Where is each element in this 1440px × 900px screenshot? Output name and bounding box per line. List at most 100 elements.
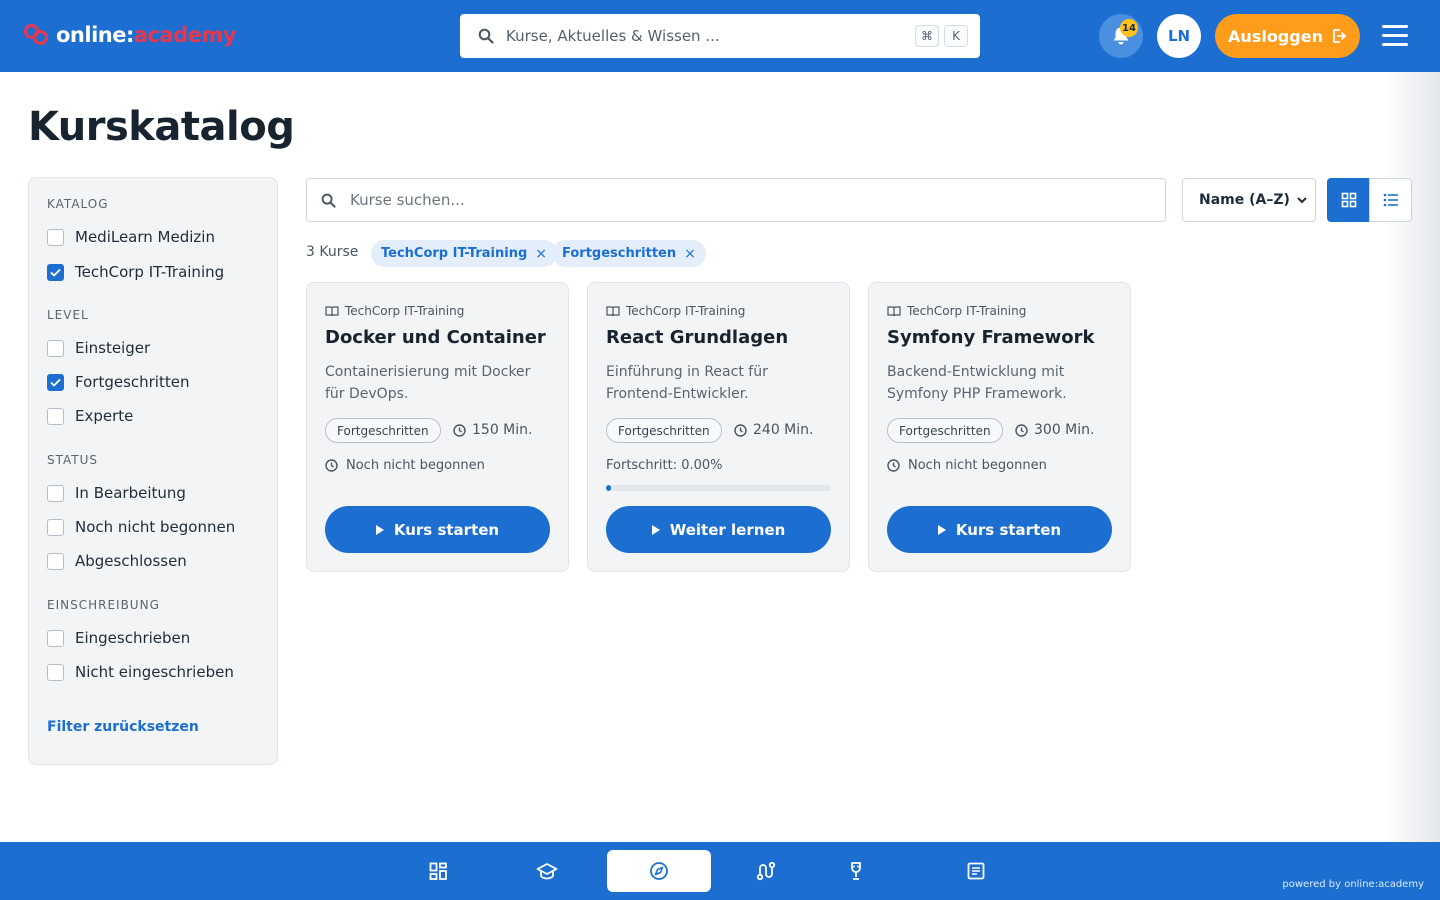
course-card-symfony[interactable]: TechCorp IT-Training Symfony Framework B… [868,282,1131,572]
nav-catalog[interactable] [607,850,711,892]
clock-icon [887,459,900,472]
logo[interactable]: online:academy [24,20,237,50]
nav-articles[interactable] [950,850,1002,892]
shortcut-cmd-key: ⌘ [915,25,939,47]
level-badge: Fortgeschritten [887,418,1003,443]
shortcut-k-key: K [944,25,968,47]
filter-option-experte[interactable]: Experte [47,405,133,427]
trophy-icon [851,862,861,880]
check-icon [50,268,61,277]
start-course-button[interactable]: Kurs starten [887,506,1112,553]
checkbox[interactable] [47,228,64,246]
active-filter-chip-techcorp[interactable]: TechCorp IT-Training × [371,240,557,267]
course-duration: 150 Min. [453,422,532,438]
filter-section-title-einschreibung: EINSCHREIBUNG [47,598,160,612]
book-icon [606,306,620,316]
nav-courses[interactable] [521,850,573,892]
search-icon [321,193,336,208]
checkbox[interactable] [47,484,64,502]
clock-icon [453,423,466,437]
filter-option-techcorp[interactable]: TechCorp IT-Training [47,261,224,283]
article-icon [967,862,985,880]
book-icon [325,306,339,316]
active-filter-chip-fortgeschritten[interactable]: Fortgeschritten × [552,240,706,267]
chevron-down-icon [1297,197,1307,204]
logout-button[interactable]: Ausloggen [1215,14,1360,58]
checkbox[interactable] [47,663,64,681]
grid-view-button[interactable] [1327,178,1370,222]
clock-icon [1015,423,1028,437]
level-badge: Fortgeschritten [606,418,722,443]
course-duration: 300 Min. [1015,422,1094,438]
powered-by-text: powered by online:academy [1282,879,1424,890]
filter-option-fortgeschritten[interactable]: Fortgeschritten [47,371,189,393]
course-title: Symfony Framework [887,327,1095,348]
course-status: Noch nicht begonnen [887,458,1047,473]
result-count: 3 Kurse [306,244,359,260]
nav-achievements[interactable] [830,850,882,892]
nav-learning-paths[interactable] [740,850,792,892]
notification-count-badge: 14 [1120,19,1138,37]
book-icon [887,306,901,316]
chip-remove-icon[interactable]: × [684,246,696,262]
play-icon [375,524,384,535]
course-card-docker[interactable]: TechCorp IT-Training Docker und Containe… [306,282,569,572]
global-search-box: ⌘ K [460,14,980,58]
chip-remove-icon[interactable]: × [535,246,547,262]
continue-learning-button[interactable]: Weiter lernen [606,506,831,553]
filter-option-einsteiger[interactable]: Einsteiger [47,337,150,359]
progress-label: Fortschritt: 0.00% [606,458,723,473]
check-icon [50,378,61,387]
logout-icon [1333,29,1346,43]
progress-bar-fill [606,485,611,491]
nav-dashboard[interactable] [412,850,464,892]
checkbox[interactable] [47,629,64,647]
route-icon [756,861,776,881]
filter-option-eingeschrieben[interactable]: Eingeschrieben [47,627,190,649]
compass-icon [650,862,668,880]
menu-icon[interactable] [1382,25,1408,47]
bottom-navigation: powered by online:academy [0,842,1440,900]
clock-icon [734,423,747,437]
checkbox[interactable] [47,407,64,425]
notifications-button[interactable] [1099,14,1143,58]
course-catalog: TechCorp IT-Training [325,304,464,318]
checkbox[interactable] [47,339,64,357]
filter-option-nicht-eingeschrieben[interactable]: Nicht eingeschrieben [47,661,234,683]
course-description: Backend-Entwicklung mit Symfony PHP Fram… [887,364,1067,402]
filter-option-in-bearbeitung[interactable]: In Bearbeitung [47,482,186,504]
filter-section-title-status: STATUS [47,453,99,467]
start-course-button[interactable]: Kurs starten [325,506,550,553]
course-catalog: TechCorp IT-Training [887,304,1026,318]
page-title: Kurskatalog [28,104,295,150]
clock-icon [325,459,338,472]
logout-label: Ausloggen [1228,26,1323,46]
filter-section-title-catalog: KATALOG [47,197,109,211]
filter-option-nicht-begonnen[interactable]: Noch nicht begonnen [47,516,235,538]
course-duration: 240 Min. [734,422,813,438]
course-search-box [306,178,1166,222]
filter-option-abgeschlossen[interactable]: Abgeschlossen [47,550,187,572]
search-icon [478,28,494,44]
checkbox-checked[interactable] [47,373,64,391]
course-card-react[interactable]: TechCorp IT-Training React Grundlagen Ei… [587,282,850,572]
user-avatar[interactable]: LN [1157,14,1201,58]
reset-filters-link[interactable]: Filter zurücksetzen [47,719,199,735]
course-search-input[interactable] [350,191,1165,209]
top-bar: online:academy ⌘ K 14 LN Ausloggen [0,0,1440,72]
progress-bar [606,485,831,491]
list-view-button[interactable] [1369,178,1412,222]
checkbox[interactable] [47,518,64,536]
logo-text: online:academy [56,23,237,47]
global-search-input[interactable] [506,27,910,45]
dashboard-icon [429,862,447,880]
checkbox-checked[interactable] [47,263,64,281]
list-icon [1383,193,1398,207]
filter-option-medilearn[interactable]: MediLearn Medizin [47,226,215,248]
checkbox[interactable] [47,552,64,570]
course-title: Docker und Container [325,327,546,348]
grid-icon [1341,192,1356,208]
sort-select[interactable]: Name (A–Z) [1182,178,1316,222]
filter-sidebar: KATALOG MediLearn Medizin TechCorp IT-Tr… [28,177,278,765]
graduation-cap-icon [536,863,558,880]
